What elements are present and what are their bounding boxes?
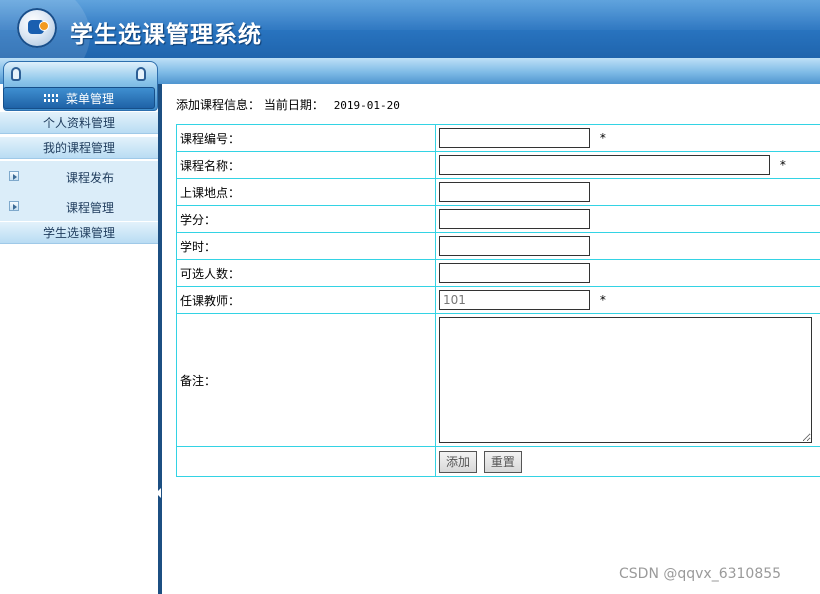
form-row-remark: 备注：: [176, 313, 820, 447]
capacity-cell: [435, 259, 820, 287]
add-button[interactable]: 添加: [439, 450, 478, 473]
sidebar-divider[interactable]: [158, 84, 162, 594]
reset-button[interactable]: 重置: [483, 450, 522, 473]
sidebar-subitem-manage-course[interactable]: 课程管理: [0, 191, 158, 221]
course-name-label: 课程名称：: [176, 151, 436, 179]
collapse-arrow-icon[interactable]: [156, 488, 161, 498]
required-mark: *: [599, 293, 606, 307]
sidebar-subitem-publish-course[interactable]: 课程发布: [0, 161, 158, 191]
binder-ring-icon: [136, 67, 146, 81]
add-course-form: 课程编号： * 课程名称： * 上课地点： 学分： 学时： 可选人数： 任课教师…: [176, 124, 820, 477]
sidebar-subitem-label: 课程管理: [66, 201, 115, 215]
location-input[interactable]: [439, 182, 590, 202]
sidebar-item-profile[interactable]: 个人资料管理: [0, 112, 158, 134]
form-row-credit: 学分：: [176, 205, 820, 233]
actions-cell: 添加 重置: [435, 446, 820, 477]
course-no-cell: *: [435, 124, 820, 152]
hours-label: 学时：: [176, 232, 436, 260]
app-header: 学生选课管理系统: [0, 0, 820, 58]
arrow-right-icon: [9, 201, 19, 211]
course-name-cell: *: [435, 151, 820, 179]
credit-label: 学分：: [176, 205, 436, 233]
form-row-hours: 学时：: [176, 232, 820, 260]
form-row-course-no: 课程编号： *: [176, 124, 820, 152]
location-label: 上课地点：: [176, 178, 436, 206]
form-row-teacher: 任课教师： *: [176, 286, 820, 314]
remark-label: 备注：: [176, 313, 436, 447]
credit-input[interactable]: [439, 209, 590, 229]
form-row-actions: 添加 重置: [176, 446, 820, 477]
remark-cell: [435, 313, 820, 447]
app-title: 学生选课管理系统: [70, 22, 262, 48]
menu-grid-icon: [43, 93, 58, 103]
form-row-course-name: 课程名称： *: [176, 151, 820, 179]
teacher-label: 任课教师：: [176, 286, 436, 314]
location-cell: [435, 178, 820, 206]
form-heading: 添加课程信息：: [176, 98, 261, 112]
arrow-right-icon: [9, 171, 19, 181]
course-no-input[interactable]: [439, 128, 590, 148]
sidebar-item-label: 学生选课管理: [42, 226, 115, 240]
logo-dot: [39, 21, 49, 31]
teacher-input[interactable]: [439, 290, 590, 310]
teacher-cell: *: [435, 286, 820, 314]
sidebar-item-student-selection[interactable]: 学生选课管理: [0, 222, 158, 244]
app-logo-icon: [17, 8, 57, 48]
hours-input[interactable]: [439, 236, 590, 256]
required-mark: *: [599, 131, 606, 145]
remark-textarea[interactable]: [439, 317, 812, 443]
credit-cell: [435, 205, 820, 233]
form-row-capacity: 可选人数：: [176, 259, 820, 287]
form-info-line: 添加课程信息： 当前日期： 2019-01-20: [176, 96, 400, 113]
course-no-label: 课程编号：: [176, 124, 436, 152]
menu-header: 菜单管理: [3, 87, 155, 109]
current-date: 2019-01-20: [333, 99, 400, 112]
binder-ring-icon: [11, 67, 21, 81]
capacity-input[interactable]: [439, 263, 590, 283]
date-label: 当前日期：: [263, 98, 324, 112]
form-row-location: 上课地点：: [176, 178, 820, 206]
sidebar-item-my-courses[interactable]: 我的课程管理: [0, 137, 158, 159]
sidebar-item-label: 个人资料管理: [42, 116, 115, 130]
required-mark: *: [779, 158, 786, 172]
capacity-label: 可选人数：: [176, 259, 436, 287]
menu-header-label: 菜单管理: [65, 91, 114, 106]
sidebar-subitem-label: 课程发布: [66, 171, 115, 185]
sidebar-item-label: 我的课程管理: [42, 141, 115, 155]
actions-spacer: [176, 446, 436, 477]
course-name-input[interactable]: [439, 155, 770, 175]
watermark: CSDN @qqvx_6310855: [619, 566, 782, 582]
hours-cell: [435, 232, 820, 260]
